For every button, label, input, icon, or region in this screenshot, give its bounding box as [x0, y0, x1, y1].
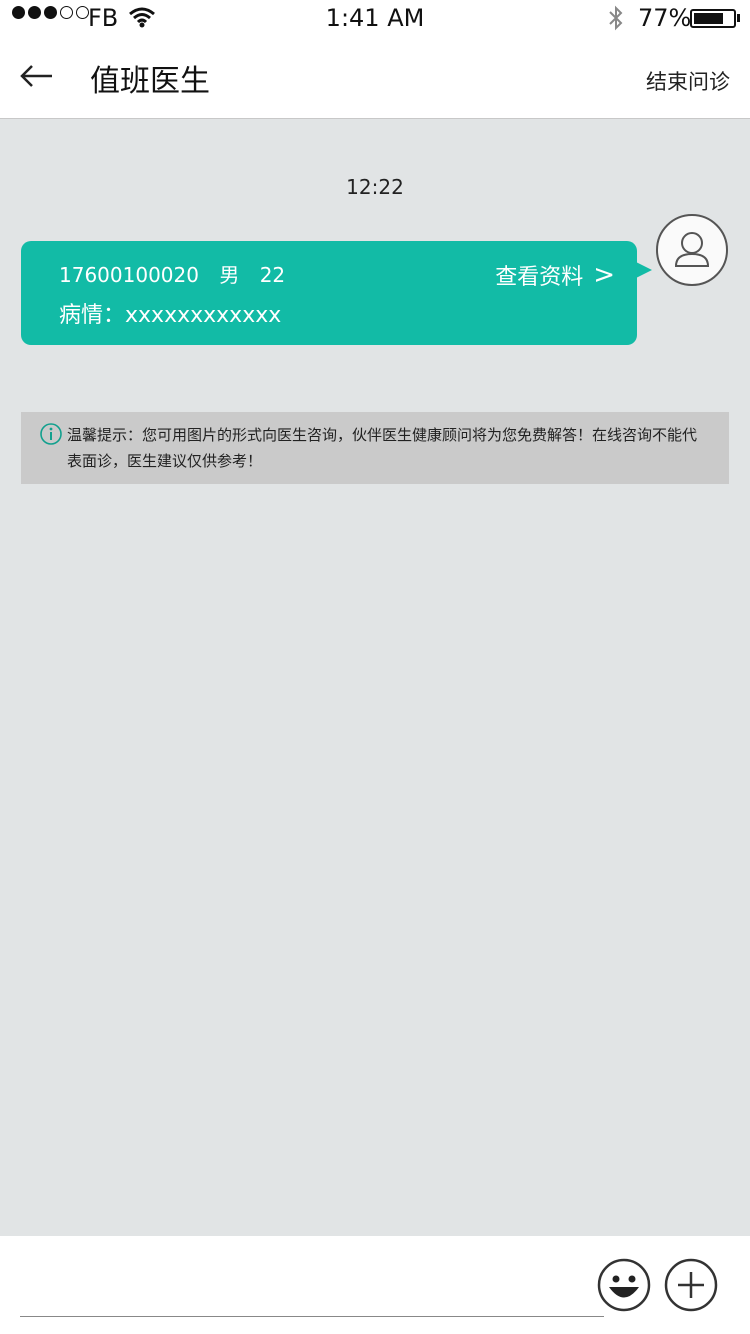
message-input[interactable]	[20, 1248, 604, 1317]
info-icon	[40, 423, 62, 453]
page-title: 值班医生	[90, 64, 210, 99]
chevron-right-icon: >	[593, 260, 615, 290]
end-consultation-button[interactable]: 结束问诊	[646, 66, 730, 96]
patient-basic-info: 17600100020 男 22	[59, 259, 299, 288]
patient-phone: 17600100020	[59, 263, 199, 287]
smiley-icon	[597, 1258, 651, 1312]
back-button[interactable]	[18, 58, 54, 94]
bubble-tail	[636, 262, 652, 278]
notice-text: 温馨提示：您可用图片的形式向医生咨询，伙伴医生健康顾问将为您免费解答！在线咨询不…	[67, 426, 698, 470]
view-profile-link[interactable]: 查看资料 >	[495, 259, 615, 291]
view-profile-label: 查看资料	[495, 265, 584, 290]
patient-condition: 病情：xxxxxxxxxxxx	[59, 297, 281, 329]
plus-icon	[664, 1258, 718, 1312]
battery-percent: 77%	[638, 4, 692, 32]
consultation-notice: 温馨提示：您可用图片的形式向医生咨询，伙伴医生健康顾问将为您免费解答！在线咨询不…	[21, 412, 729, 484]
user-avatar-icon	[674, 232, 710, 267]
condition-value: xxxxxxxxxxxx	[125, 303, 282, 328]
more-options-button[interactable]	[664, 1258, 718, 1316]
condition-label: 病情：	[59, 303, 126, 328]
battery-fill	[694, 13, 723, 24]
status-bar: FB 1:41 AM 77%	[0, 0, 750, 36]
battery-nub	[737, 14, 740, 22]
patient-info-bubble[interactable]: 17600100020 男 22 病情：xxxxxxxxxxxx 查看资料 >	[21, 241, 637, 345]
back-arrow-icon	[20, 65, 52, 87]
header: FB 1:41 AM 77% 值班医生 结束问诊	[0, 0, 750, 119]
bluetooth-icon	[606, 4, 626, 38]
battery-icon	[690, 9, 736, 28]
input-bar	[0, 1236, 750, 1334]
avatar[interactable]	[656, 214, 728, 286]
emoji-button[interactable]	[597, 1258, 651, 1316]
patient-gender: 男	[219, 263, 240, 287]
message-timestamp: 12:22	[346, 175, 404, 199]
patient-age: 22	[259, 263, 286, 287]
